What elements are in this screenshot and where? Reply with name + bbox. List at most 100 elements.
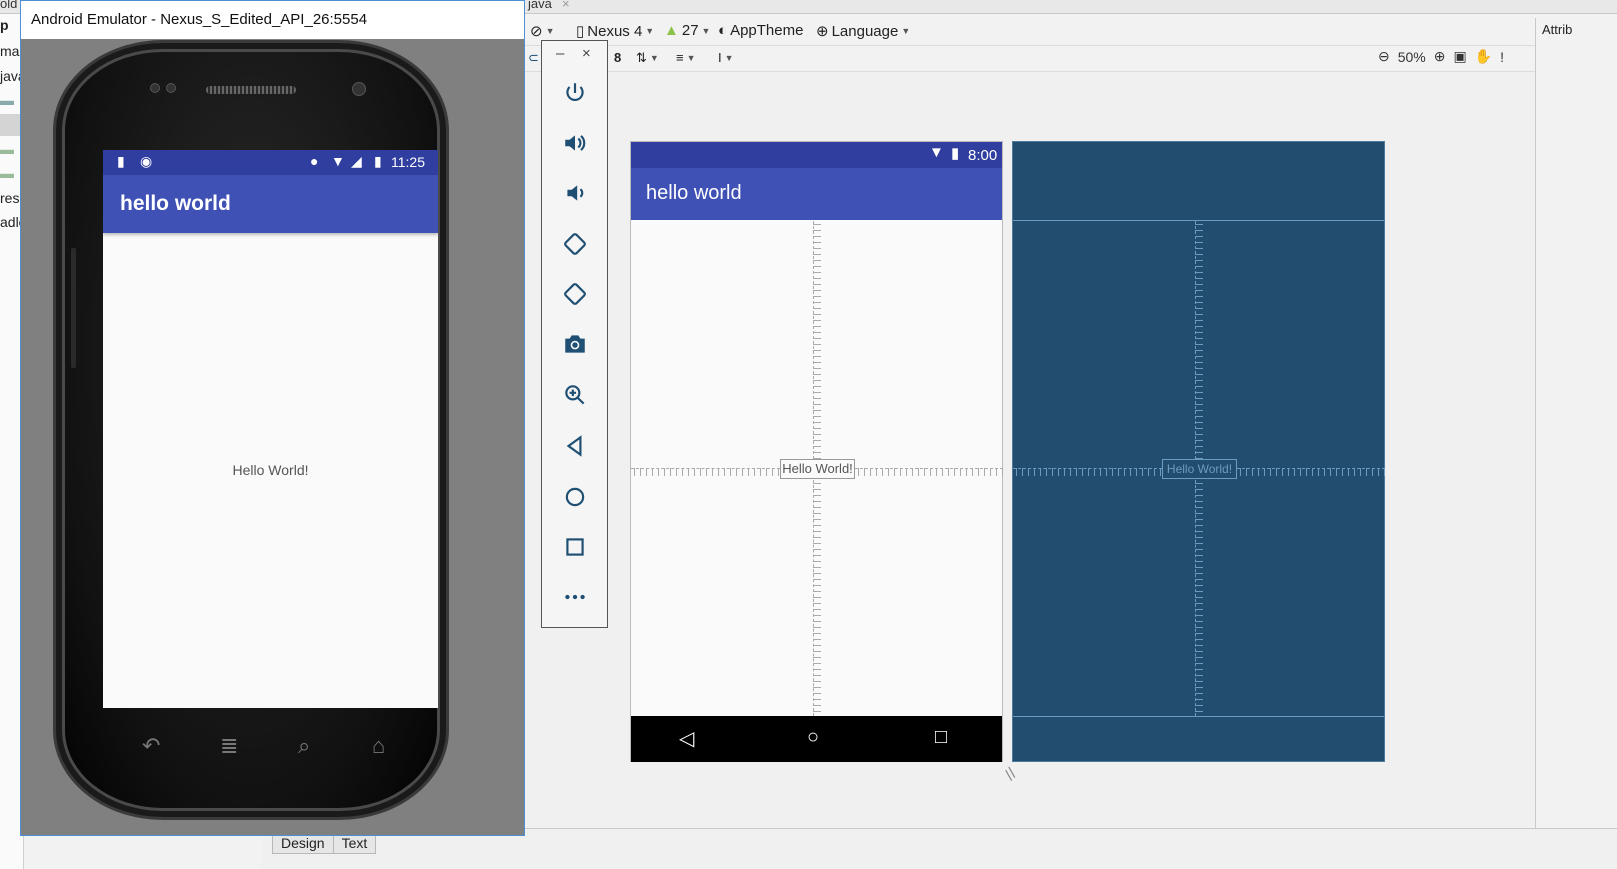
zoom-in-icon[interactable]: ⊕	[1434, 48, 1446, 65]
sd-card-icon: ▮	[117, 153, 125, 169]
folder-icon[interactable]: ▬	[0, 165, 14, 181]
constraint-right	[855, 468, 1003, 476]
margin-value[interactable]: 8	[614, 50, 621, 65]
close-button[interactable]: ×	[582, 45, 591, 62]
blueprint-constraint-left	[1013, 468, 1162, 476]
overview-icon	[566, 538, 584, 556]
hello-textview: Hello World!	[232, 462, 309, 478]
constraint-bottom	[813, 480, 821, 716]
magnet-icon[interactable]: ⊂	[528, 50, 539, 66]
design-preview[interactable]: ▼ ▮ 8:00 hello world Hello World! ◁ ○ □	[630, 141, 1003, 762]
overview-button[interactable]	[560, 532, 590, 562]
language-dropdown[interactable]: ⊕ Language ▼	[816, 22, 910, 41]
hardware-search-icon[interactable]: ⌕	[298, 733, 310, 759]
pan-hand-icon[interactable]: ✋	[1475, 48, 1492, 65]
align-dropdown[interactable]: ≡ ▼	[676, 50, 696, 65]
back-icon	[566, 435, 582, 457]
editor-tab[interactable]: java	[528, 0, 552, 11]
preview-status-bar: ▼ ▮ 8:00	[631, 142, 1002, 168]
folder-icon[interactable]: ▬	[0, 92, 14, 108]
blueprint-navbar-line	[1013, 716, 1384, 717]
volume-down-button[interactable]	[560, 178, 590, 208]
phone-side-button[interactable]	[71, 248, 76, 368]
emulator-title-bar[interactable]: Android Emulator - Nexus_S_Edited_API_26…	[21, 1, 524, 39]
volume-up-button[interactable]	[560, 128, 590, 158]
folder-icon[interactable]: ▬	[0, 141, 14, 157]
zoom-out-icon[interactable]: ⊖	[1378, 48, 1390, 65]
phone-speaker	[206, 86, 296, 94]
preview-textview[interactable]: Hello World!	[780, 459, 855, 479]
notification-icon: ◉	[140, 153, 153, 169]
device-icon: ▯	[576, 23, 585, 40]
power-button[interactable]	[560, 78, 590, 108]
constraint-top	[813, 221, 821, 459]
minimize-button[interactable]: –	[556, 45, 564, 62]
editor-tab[interactable]: old	[0, 0, 17, 11]
guidelines-dropdown[interactable]: I ▼	[718, 50, 734, 65]
emulator-title: Android Emulator - Nexus_S_Edited_API_26…	[31, 11, 368, 28]
wifi-icon: ▼	[929, 144, 944, 161]
phone-camera	[150, 83, 190, 95]
language-label: Language	[831, 22, 899, 40]
recents-icon: □	[935, 726, 948, 748]
project-tree-item[interactable]: res	[0, 190, 19, 206]
api-label: 27	[681, 22, 699, 39]
home-icon: ○	[807, 726, 820, 748]
project-tree-item[interactable]: p	[0, 17, 9, 33]
rotate-right-icon	[564, 283, 586, 305]
location-icon: ●	[310, 153, 319, 169]
screenshot-button[interactable]	[560, 329, 590, 359]
api-dropdown[interactable]: ▲ 27 ▼	[664, 22, 710, 39]
pack-dropdown[interactable]: ⇅ ▼	[636, 50, 659, 66]
volume-down-icon	[567, 185, 584, 201]
device-dropdown[interactable]: ▯ Nexus 4 ▼	[576, 22, 654, 41]
preview-status-time: 8:00	[968, 147, 998, 164]
home-icon	[565, 487, 585, 507]
preview-nav-bar: ◁ ○ □	[631, 716, 1002, 762]
zoom-button[interactable]	[560, 380, 590, 410]
zoom-level: 50%	[1397, 48, 1426, 65]
warnings-icon[interactable]: !	[1500, 49, 1504, 65]
wifi-icon: ▼	[331, 153, 345, 169]
rotate-left-button[interactable]	[560, 229, 590, 259]
rotate-right-button[interactable]	[560, 279, 590, 309]
home-button[interactable]	[560, 482, 590, 512]
blueprint-constraint-right	[1237, 468, 1385, 476]
signal-icon: ◢	[351, 153, 362, 169]
app-bar: hello world	[103, 175, 438, 233]
battery-icon: ▮	[951, 145, 960, 162]
close-tab-icon[interactable]: ×	[562, 0, 570, 11]
theme-icon: ◐	[718, 22, 728, 39]
project-tree-item[interactable]: ma	[0, 43, 19, 59]
hardware-menu-icon[interactable]: ≣	[220, 733, 238, 759]
back-button[interactable]	[560, 431, 590, 461]
status-bar: ▮ ◉ ● ▼ ◢ ▮ 11:25	[103, 150, 438, 175]
attributes-panel: Attrib	[1535, 18, 1617, 828]
emulator-screen[interactable]: ▮ ◉ ● ▼ ◢ ▮ 11:25 hello world Hello Worl…	[103, 150, 438, 708]
fit-screen-icon[interactable]: ▣	[1454, 48, 1467, 65]
rotate-left-icon	[564, 233, 586, 255]
zoom-icon	[565, 385, 585, 405]
preview-app-bar: hello world	[631, 168, 1002, 220]
theme-dropdown[interactable]: ◐ AppTheme	[718, 22, 803, 39]
guideline-icon: I	[718, 50, 722, 65]
blueprint-textview[interactable]: Hello World!	[1162, 459, 1237, 479]
orientation-dropdown[interactable]: ⊘ ▼	[530, 22, 555, 40]
layout-editor-toolbar: ⊘ ▼ ▯ Nexus 4 ▼ ▲ 27 ▼ ◐ AppTheme ⊕ Language ▼	[524, 18, 1617, 46]
back-icon: ◁	[679, 728, 695, 750]
zoom-controls: ⊖ 50% ⊕ ▣ ✋ !	[1378, 48, 1504, 65]
constraint-left	[631, 468, 780, 476]
globe-icon: ⊕	[816, 23, 829, 40]
phone-sensor	[352, 82, 366, 96]
more-button[interactable]	[560, 582, 590, 612]
pack-icon: ⇅	[636, 50, 647, 65]
status-time: 11:25	[391, 154, 425, 170]
hardware-home-icon[interactable]: ⌂	[372, 733, 385, 759]
app-title: hello world	[120, 192, 231, 215]
preview-app-title: hello world	[646, 182, 742, 204]
orientation-icon: ⊘	[530, 23, 543, 40]
battery-icon: ▮	[374, 153, 382, 169]
attributes-label[interactable]: Attrib	[1542, 22, 1572, 37]
hardware-back-icon[interactable]: ↶	[142, 733, 160, 759]
blueprint-preview[interactable]: Hello World!	[1012, 141, 1385, 762]
